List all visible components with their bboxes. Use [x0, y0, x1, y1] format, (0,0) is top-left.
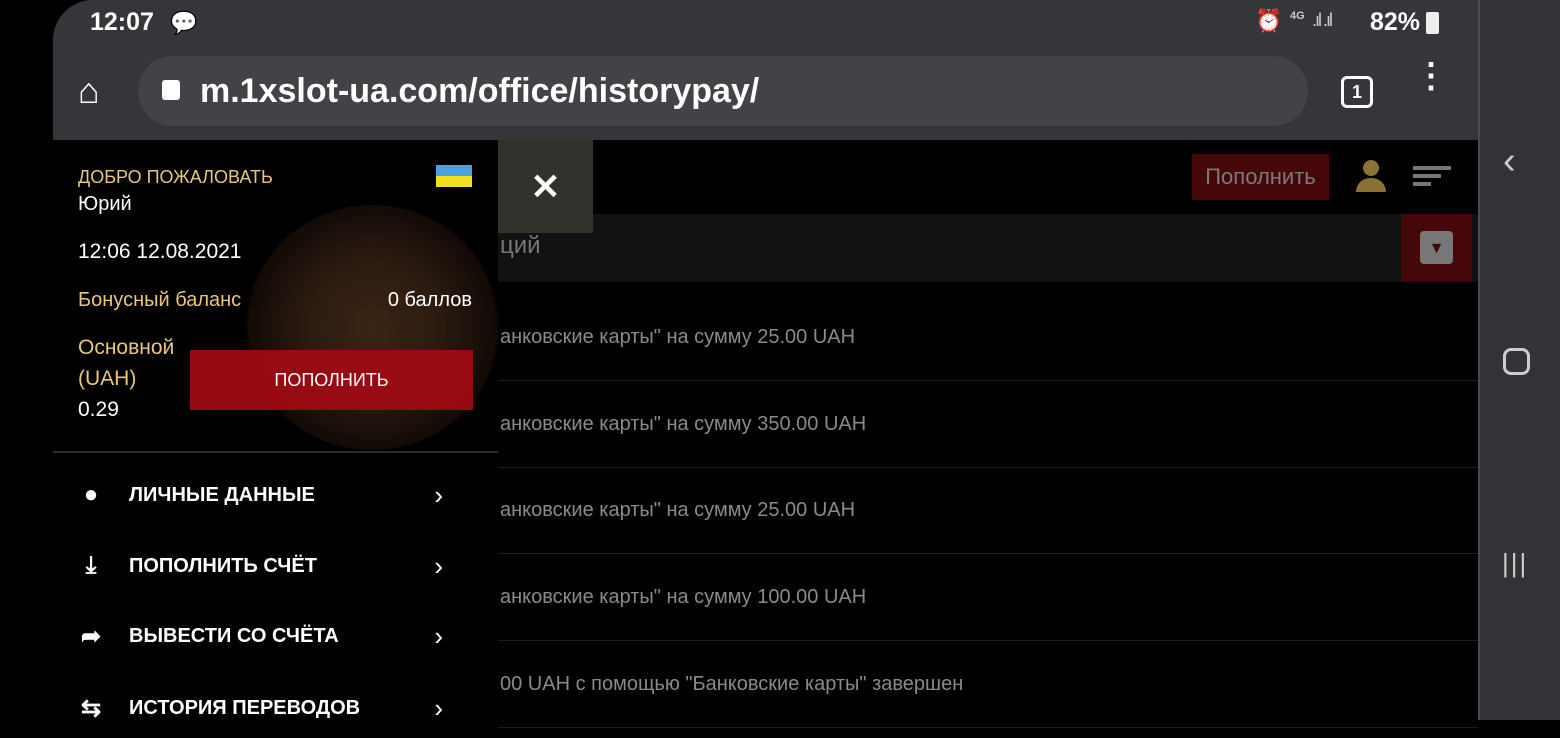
menu-label: ИСТОРИЯ ПЕРЕВОДОВ [129, 696, 361, 719]
tab-switcher-button[interactable]: 1 [1341, 76, 1373, 108]
home-icon[interactable]: ⌂ [78, 70, 100, 112]
history-text: анковские карты" на сумму 100.00 UAH [500, 585, 867, 608]
url-text[interactable]: m.1xslot-ua.com/office/historypay/ [200, 72, 759, 111]
history-row[interactable]: анковские карты" на сумму 100.00 UAH [498, 554, 1478, 641]
user-icon[interactable] [1356, 160, 1386, 194]
signal-icon: .ıl .ıl [1312, 10, 1333, 30]
close-drawer-button[interactable]: ✕ [498, 140, 593, 233]
chevron-right-icon: › [434, 550, 443, 581]
history-text: анковские карты" на сумму 25.00 UAH [500, 498, 856, 521]
user-name: Юрий [78, 193, 132, 215]
history-text: 00 UAH с помощью "Банковские карты" заве… [500, 672, 964, 695]
drawer-deposit-button[interactable]: ПОПОЛНИТЬ [190, 350, 473, 410]
divider [53, 451, 498, 453]
ukraine-flag-icon[interactable] [436, 165, 472, 187]
download-tray-icon: ⤓ [85, 552, 97, 579]
bonus-value: 0 баллов [387, 289, 472, 311]
history-text: анковские карты" на сумму 25.00 UAH [500, 325, 856, 348]
message-icon: 💬 [170, 10, 198, 35]
menu-item-withdraw[interactable]: ➦ ВЫВЕСТИ СО СЧЁТА › [53, 606, 498, 666]
lock-icon [162, 80, 180, 100]
roulette-image [245, 205, 500, 450]
sort-menu-icon[interactable] [1413, 166, 1451, 188]
site-header [498, 140, 1478, 214]
browser-menu-icon[interactable]: ⋮ [1414, 59, 1448, 93]
section-header [498, 214, 1478, 282]
share-arrow-icon: ➦ [80, 622, 102, 650]
main-balance-label: Основной [78, 336, 175, 359]
main-balance-value: 0.29 [78, 398, 119, 421]
history-row[interactable]: анковские карты" на сумму 25.00 UAH [498, 467, 1478, 554]
menu-item-personal-data[interactable]: ● ЛИЧНЫЕ ДАННЫЕ › [53, 465, 498, 525]
history-row[interactable]: анковские карты" на сумму 350.00 UAH [498, 381, 1478, 468]
chevron-right-icon: › [434, 692, 443, 723]
recents-icon[interactable]: ||| [1502, 548, 1528, 579]
menu-item-transfer-history[interactable]: ⇆ ИСТОРИЯ ПЕРЕВОДОВ › [53, 678, 498, 738]
history-text: анковские карты" на сумму 350.00 UAH [500, 412, 867, 435]
history-row[interactable]: 00 UAH с помощью "Банковские карты" заве… [498, 641, 1478, 728]
bonus-label: Бонусный баланс [78, 289, 242, 311]
welcome-label: ДОБРО ПОЖАЛОВАТЬ [78, 167, 273, 187]
battery-percent: 82% [1370, 8, 1421, 36]
archive-button[interactable]: ▼ [1401, 214, 1472, 281]
transfer-arrows-icon: ⇆ [80, 694, 102, 722]
header-deposit-button[interactable]: Пополнить [1192, 154, 1329, 200]
home-nav-icon[interactable] [1503, 348, 1530, 375]
menu-label: ПОПОЛНИТЬ СЧЁТ [129, 554, 317, 577]
main-balance-currency: (UAH) [78, 367, 137, 390]
menu-label: ЛИЧНЫЕ ДАННЫЕ [129, 483, 315, 506]
user-circle-icon: ● [83, 481, 99, 508]
datetime: 12:06 12.08.2021 [78, 240, 242, 263]
alarm-icon: ⏰ [1255, 8, 1283, 33]
menu-label: ВЫВЕСТИ СО СЧЁТА [129, 624, 339, 647]
battery-icon [1426, 12, 1439, 34]
history-row[interactable]: анковские карты" на сумму 25.00 UAH [498, 294, 1478, 381]
back-icon[interactable]: ‹ [1503, 140, 1516, 183]
status-time: 12:07 [90, 8, 154, 36]
archive-download-icon: ▼ [1420, 231, 1453, 264]
network-label: 4G [1290, 10, 1305, 22]
chevron-right-icon: › [434, 479, 443, 510]
menu-item-deposit[interactable]: ⤓ ПОПОЛНИТЬ СЧЁТ › [53, 536, 498, 596]
section-title: ций [500, 232, 541, 259]
chevron-right-icon: › [434, 620, 443, 651]
